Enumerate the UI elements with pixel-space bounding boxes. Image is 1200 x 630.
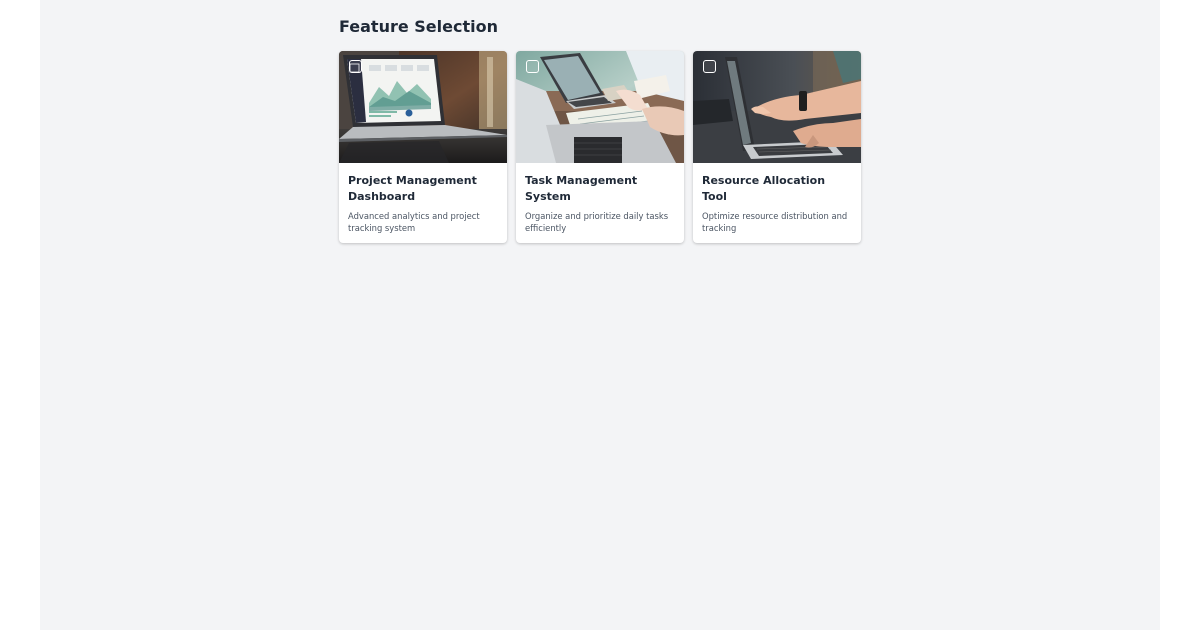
page-title: Feature Selection [339,17,498,36]
feature-image-hand-pointing-laptop [693,51,861,163]
feature-title: Resource Allocation Tool [702,174,826,203]
feature-card-resource-allocation[interactable]: Resource Allocation Tool Optimize resour… [693,51,861,243]
feature-title: Task Management System [525,174,638,203]
feature-description: Advanced analytics and project tracking … [348,211,480,233]
feature-description: Optimize resource distribution and track… [702,211,848,233]
feature-image-laptop-analytics [339,51,507,163]
feature-card-list: Project Management Dashboard Advanced an… [339,51,861,243]
feature-checkbox[interactable] [349,60,362,73]
feature-card-body: Project Management Dashboard Advanced an… [339,163,507,243]
feature-checkbox[interactable] [703,60,716,73]
feature-description: Organize and prioritize daily tasks effi… [525,211,669,233]
feature-card-body: Resource Allocation Tool Optimize resour… [693,163,861,243]
feature-card-body: Task Management System Organize and prio… [516,163,684,243]
feature-image-team-desk [516,51,684,163]
feature-checkbox[interactable] [526,60,539,73]
feature-card-project-management[interactable]: Project Management Dashboard Advanced an… [339,51,507,243]
feature-card-task-management[interactable]: Task Management System Organize and prio… [516,51,684,243]
feature-title: Project Management Dashboard [348,174,477,203]
page-background: Feature Selection Project Management Das… [40,0,1160,630]
